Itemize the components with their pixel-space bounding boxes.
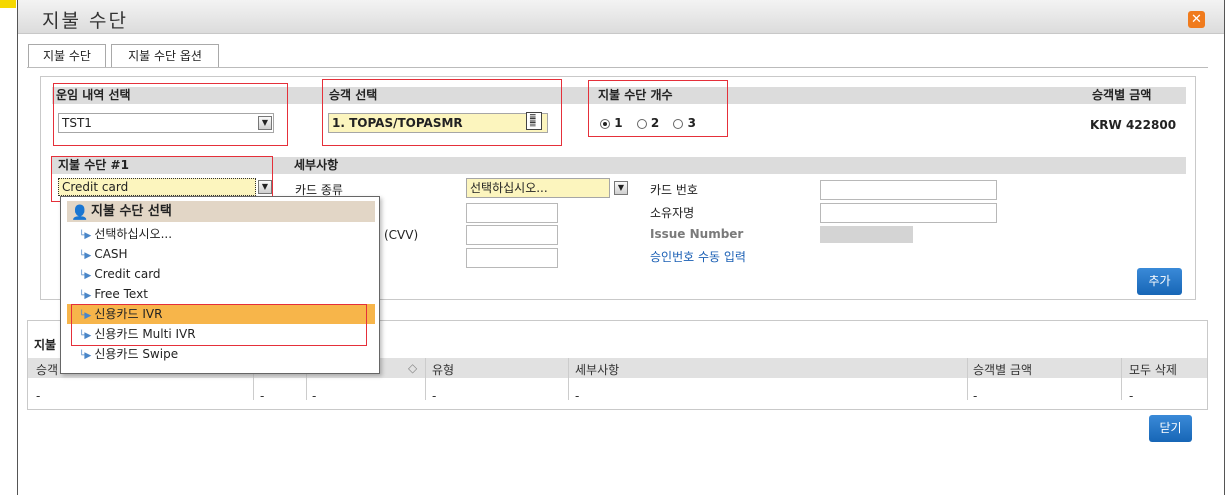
dropdown-item-label: 선택하십시오... xyxy=(94,227,173,241)
col-amount[interactable]: 승객별 금액 xyxy=(973,361,1032,378)
dropdown-item[interactable]: └▶ Free Text xyxy=(67,284,375,304)
amount-header: 승객별 금액 xyxy=(1092,88,1152,102)
owner-input[interactable] xyxy=(820,203,997,223)
window-title: 지불 수단 xyxy=(42,10,128,32)
col-delete-all[interactable]: 모두 삭제 xyxy=(1129,361,1177,378)
col-divider xyxy=(1121,358,1122,400)
owner-label: 소유자명 xyxy=(650,206,695,220)
tab-payment-options[interactable]: 지불 수단 옵션 xyxy=(111,44,219,68)
sub-arrow-icon: └▶ xyxy=(79,231,92,241)
dropdown-item[interactable]: └▶ 신용카드 Swipe xyxy=(67,344,375,364)
col-divider xyxy=(568,358,569,400)
dropdown-item-label: CASH xyxy=(94,247,128,261)
dropdown-item-label: Credit card xyxy=(94,267,161,281)
title-bar xyxy=(18,0,1224,34)
col-passenger[interactable]: 승객 xyxy=(36,361,58,378)
manual-auth-link[interactable]: 승인번호 수동 입력 xyxy=(650,248,746,265)
chevron-down-icon[interactable]: ▼ xyxy=(614,181,628,195)
card-type-select-value: 선택하십시오... xyxy=(470,181,548,195)
sub-arrow-icon: └▶ xyxy=(79,291,92,301)
passenger-highlight-box xyxy=(322,79,562,146)
col-divider xyxy=(967,358,968,400)
user-icon: 👤 xyxy=(71,205,89,221)
grid-cell: - xyxy=(973,389,978,403)
amount-value: KRW 422800 xyxy=(1090,118,1177,132)
sub-arrow-icon: └▶ xyxy=(79,251,92,261)
card-type-select[interactable]: 선택하십시오... xyxy=(466,178,610,198)
grid-section-title: 지불 xyxy=(34,338,57,352)
corner-marker xyxy=(0,0,16,8)
col-divider xyxy=(425,358,426,400)
dropdown-item[interactable]: └▶ CASH xyxy=(67,244,375,264)
fop-dropdown-list: 👤 지불 수단 선택 └▶ 선택하십시오... └▶ CASH └▶ Credit c… xyxy=(60,196,380,374)
tab-underline xyxy=(27,67,1208,68)
grid-cell: - xyxy=(1129,389,1134,403)
dropdown-item-label: Free Text xyxy=(94,287,148,301)
dropdown-item-label: 신용카드 Swipe xyxy=(94,347,179,361)
dropdown-item[interactable]: └▶ Credit card xyxy=(67,264,375,284)
auth-input[interactable] xyxy=(466,248,558,268)
sub-arrow-icon: └▶ xyxy=(79,271,92,281)
fop-count-highlight-box xyxy=(588,80,728,137)
grid-cell: - xyxy=(260,389,265,403)
grid-cell: - xyxy=(312,389,317,403)
add-button[interactable]: 추가 xyxy=(1137,268,1182,295)
dropdown-title: 지불 수단 선택 xyxy=(91,204,172,219)
col-details[interactable]: 세부사항 xyxy=(575,361,619,378)
cvv-label: (CVV) xyxy=(384,228,419,242)
grid-cell: - xyxy=(575,389,580,403)
issue-number-input xyxy=(820,226,913,243)
expiry-input[interactable] xyxy=(466,203,558,223)
sort-icon[interactable]: ◇ xyxy=(408,361,417,375)
details-header: 세부사항 xyxy=(294,158,339,172)
issue-number-label: Issue Number xyxy=(650,227,744,241)
ivr-highlight-box xyxy=(71,304,367,346)
grid-cell: - xyxy=(432,389,437,403)
sub-arrow-icon: └▶ xyxy=(79,351,92,361)
card-number-input[interactable] xyxy=(820,180,997,200)
grid-cell: - xyxy=(36,389,41,403)
col-type[interactable]: 유형 xyxy=(432,361,454,378)
dropdown-header: 👤 지불 수단 선택 xyxy=(67,201,375,222)
fare-highlight-box xyxy=(53,83,288,146)
tab-payment-method[interactable]: 지불 수단 xyxy=(28,44,106,68)
close-button[interactable]: 닫기 xyxy=(1149,415,1192,442)
dropdown-item[interactable]: └▶ 선택하십시오... xyxy=(67,224,375,244)
cvv-input[interactable] xyxy=(466,225,558,245)
close-icon[interactable]: ✕ xyxy=(1188,11,1205,28)
card-number-label: 카드 번호 xyxy=(650,183,698,197)
